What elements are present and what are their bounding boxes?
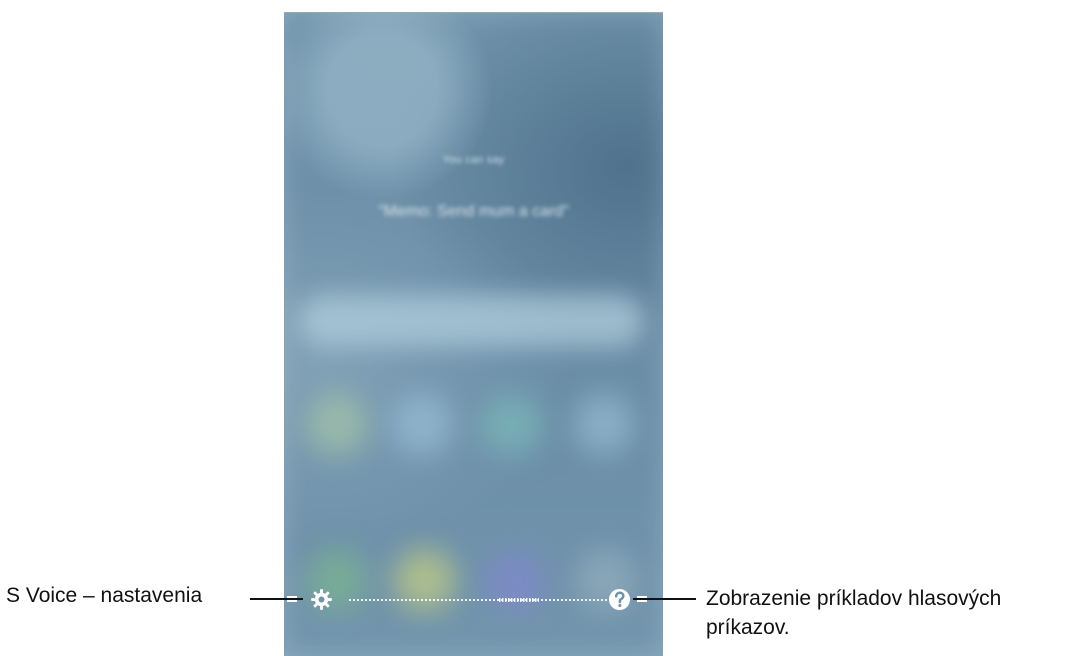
voice-hint-example: "Memo: Send mum a card" [378,203,569,220]
voice-waveform [349,598,611,602]
blurred-search-card [298,295,644,347]
settings-button[interactable] [310,588,333,611]
settings-callout-cap [287,600,297,602]
voice-bottom-bar [298,583,642,616]
settings-callout-label: S Voice – nastavenia [6,584,203,607]
phone-screen: You can say "Memo: Send mum a card" [284,12,663,656]
help-callout-label: Zobrazenie príkladov hlasových príkazov. [706,587,1002,639]
blurred-app-icon [306,393,368,455]
blurred-app-icon [574,393,634,455]
waveform-peak [499,598,539,602]
help-button[interactable] [608,588,631,611]
gear-icon [311,589,332,610]
settings-callout-cap [287,596,297,598]
blurred-app-icon [391,393,453,455]
help-icon [608,588,631,611]
help-callout-cap [637,600,647,602]
blurred-app-icon [481,395,543,455]
voice-hint-label: You can say [442,154,505,166]
help-callout-cap [637,596,647,598]
